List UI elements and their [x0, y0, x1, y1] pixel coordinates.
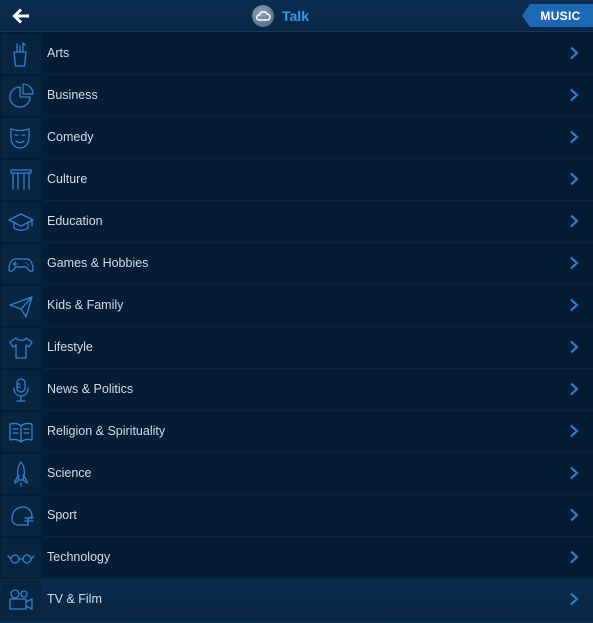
football-helmet-icon — [1, 496, 41, 536]
chevron-right-icon — [570, 466, 579, 480]
category-row[interactable]: Comedy — [0, 117, 593, 159]
paint-brushes-icon — [1, 34, 41, 74]
chevron-right-icon — [570, 382, 579, 396]
music-button[interactable]: MUSIC — [522, 4, 593, 27]
comedy-mask-icon — [1, 118, 41, 158]
category-label: Religion & Spirituality — [47, 424, 166, 438]
gamepad-icon — [1, 244, 41, 284]
chevron-right-icon — [570, 88, 579, 102]
category-label: Lifestyle — [47, 340, 93, 354]
category-label: Science — [47, 466, 92, 480]
category-row[interactable]: Business — [0, 75, 593, 117]
category-row[interactable]: Lifestyle — [0, 327, 593, 369]
back-button[interactable] — [8, 5, 34, 27]
category-label: Sport — [47, 508, 77, 522]
chevron-right-icon — [570, 340, 579, 354]
category-row[interactable]: Arts — [0, 33, 593, 75]
category-label: TV & Film — [47, 592, 102, 606]
chevron-right-icon — [570, 550, 579, 564]
chevron-right-icon — [570, 46, 579, 60]
category-label: Technology — [47, 550, 111, 564]
talk-categories-screen: Talk MUSIC Arts Business Comedy Culture Educ… — [0, 0, 593, 623]
category-row[interactable]: Religion & Spirituality — [0, 411, 593, 453]
chevron-right-icon — [570, 130, 579, 144]
category-row[interactable]: Culture — [0, 159, 593, 201]
category-row[interactable]: Education — [0, 201, 593, 243]
category-label: News & Politics — [47, 382, 134, 396]
chevron-right-icon — [570, 424, 579, 438]
category-label: Arts — [47, 46, 70, 60]
category-row[interactable]: Games & Hobbies — [0, 243, 593, 285]
rocket-icon — [1, 454, 41, 494]
category-label: Games & Hobbies — [47, 256, 149, 270]
category-list: Arts Business Comedy Culture Education Games … — [0, 33, 593, 621]
category-label: Kids & Family — [47, 298, 124, 312]
pie-chart-icon — [1, 76, 41, 116]
open-book-icon — [1, 412, 41, 452]
video-camera-icon — [1, 580, 41, 620]
top-bar: Talk MUSIC — [0, 0, 593, 32]
category-row[interactable]: Kids & Family — [0, 285, 593, 327]
category-label: Culture — [47, 172, 88, 186]
chevron-right-icon — [570, 592, 579, 606]
category-row[interactable]: TV & Film — [0, 579, 593, 621]
graduation-cap-icon — [1, 202, 41, 242]
column-icon — [1, 160, 41, 200]
chevron-right-icon — [570, 214, 579, 228]
microphone-icon — [1, 370, 41, 410]
cloud-logo-icon — [252, 5, 274, 27]
category-row[interactable]: Science — [0, 453, 593, 495]
category-label: Comedy — [47, 130, 94, 144]
paper-plane-icon — [1, 286, 41, 326]
arrow-left-icon — [12, 8, 29, 24]
tshirt-icon — [1, 328, 41, 368]
header-title-group: Talk — [252, 3, 309, 29]
chevron-right-icon — [570, 256, 579, 270]
category-label: Business — [47, 88, 98, 102]
chevron-right-icon — [570, 172, 579, 186]
page-title: Talk — [282, 8, 309, 24]
category-label: Education — [47, 214, 103, 228]
glasses-icon — [1, 538, 41, 578]
chevron-right-icon — [570, 508, 579, 522]
category-row[interactable]: Sport — [0, 495, 593, 537]
category-row[interactable]: News & Politics — [0, 369, 593, 411]
category-row[interactable]: Technology — [0, 537, 593, 579]
chevron-right-icon — [570, 298, 579, 312]
